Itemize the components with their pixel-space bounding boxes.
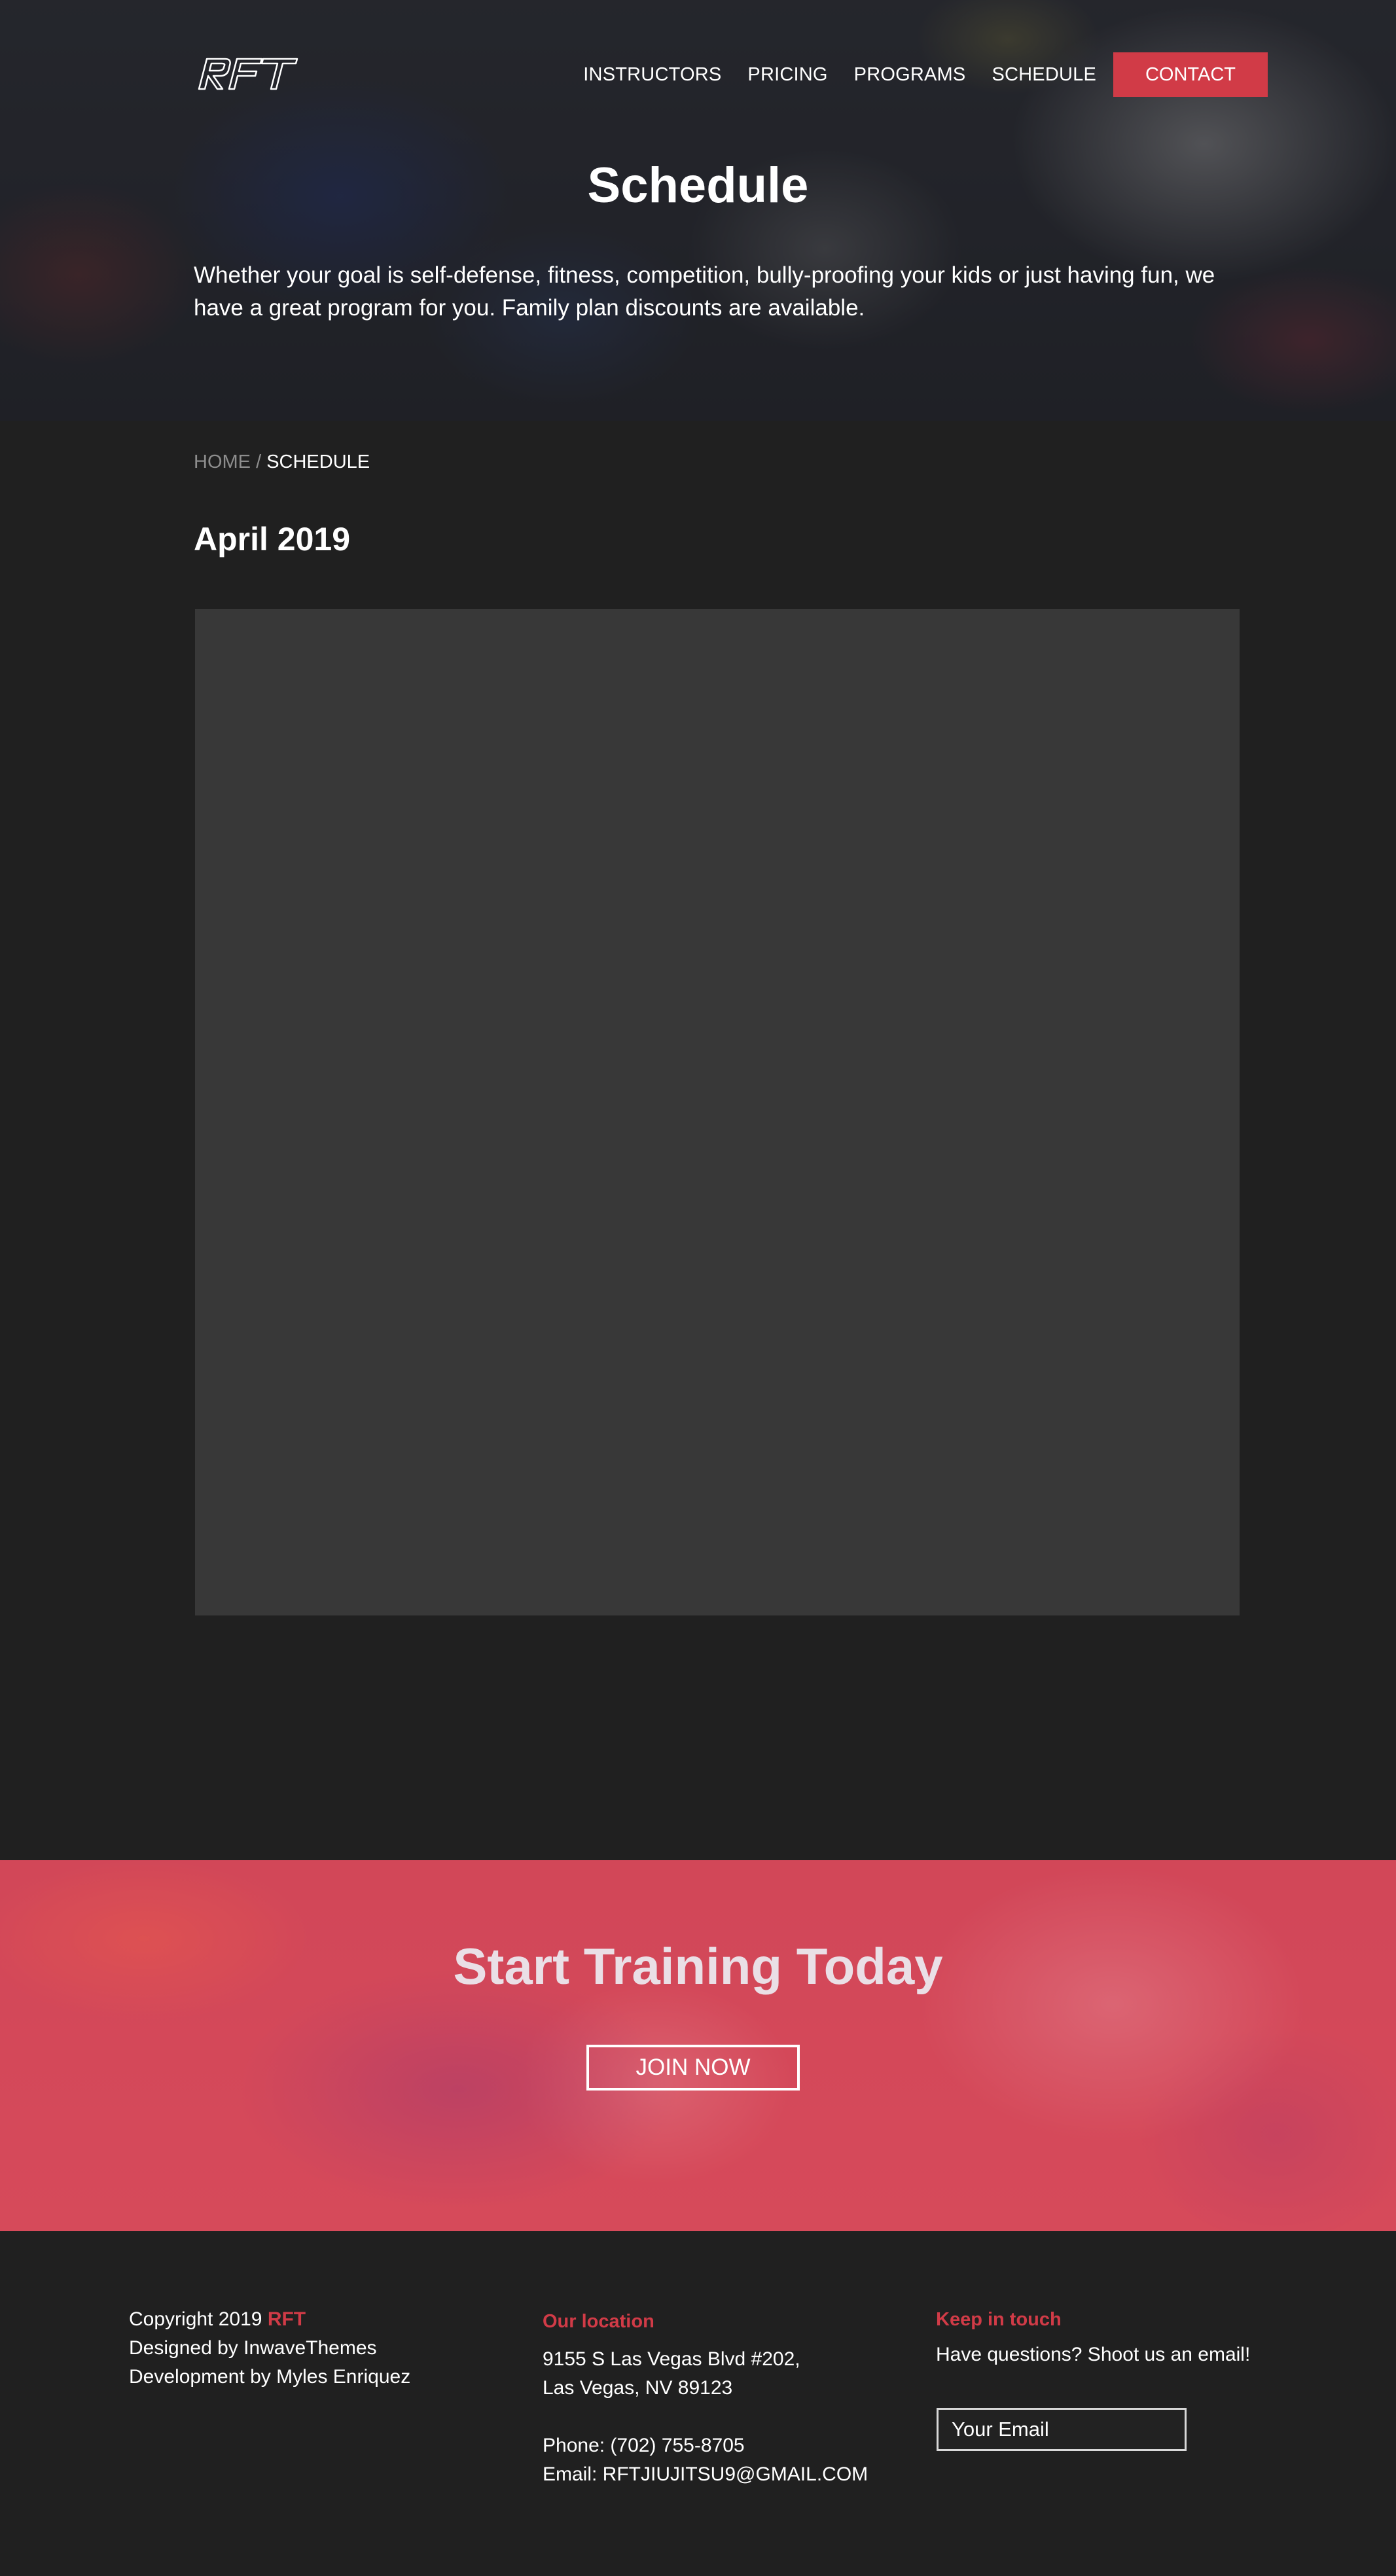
location-heading: Our location <box>543 2311 654 2332</box>
breadcrumb-separator: / <box>256 451 262 472</box>
keep-in-touch-heading: Keep in touch <box>936 2309 1062 2330</box>
copyright-brand-link[interactable]: RFT <box>268 2308 306 2330</box>
address-line-1: 9155 S Las Vegas Blvd #202, <box>543 2348 800 2370</box>
schedule-calendar-frame[interactable] <box>195 609 1240 1615</box>
designed-by-text: Designed by InwaveThemes <box>129 2337 377 2359</box>
breadcrumb-current: SCHEDULE <box>266 451 370 472</box>
copyright-text: Copyright 2019 <box>129 2308 262 2330</box>
footer-credits: Copyright 2019 RFT Designed by InwaveThe… <box>129 2305 410 2391</box>
email-text: Email: RFTJIUJITSU9@GMAIL.COM <box>543 2463 868 2485</box>
breadcrumb: HOME / SCHEDULE <box>194 451 370 473</box>
breadcrumb-home-link[interactable]: HOME <box>194 451 251 472</box>
hero-description: Whether your goal is self-defense, fitne… <box>194 262 1215 321</box>
footer-contact: Keep in touch Have questions? Shoot us a… <box>936 2305 1250 2369</box>
main-nav: INSTRUCTORS PRICING PROGRAMS SCHEDULE CO… <box>557 52 1268 97</box>
contact-button[interactable]: CONTACT <box>1113 52 1268 97</box>
contact-prompt: Have questions? Shoot us an email! <box>936 2344 1251 2365</box>
page-title: Schedule <box>587 158 809 213</box>
schedule-month-title: April 2019 <box>194 521 351 557</box>
rft-logo[interactable] <box>194 55 300 93</box>
nav-item-pricing[interactable]: PRICING <box>747 64 827 86</box>
join-now-button[interactable]: JOIN NOW <box>586 2045 800 2091</box>
copyright-line: Copyright 2019 RFT <box>129 2305 410 2334</box>
nav-item-programs[interactable]: PROGRAMS <box>854 64 966 86</box>
nav-item-schedule[interactable]: SCHEDULE <box>992 64 1096 86</box>
footer-location: Our location 9155 S Las Vegas Blvd #202,… <box>543 2307 868 2489</box>
nav-item-instructors[interactable]: INSTRUCTORS <box>583 64 721 86</box>
email-input[interactable] <box>937 2408 1187 2451</box>
logo-mark <box>198 58 298 90</box>
address-line-2: Las Vegas, NV 89123 <box>543 2377 733 2399</box>
development-by-text: Development by Myles Enriquez <box>129 2366 411 2388</box>
phone-text: Phone: (702) 755-8705 <box>543 2435 745 2456</box>
cta-title: Start Training Today <box>453 1937 943 1995</box>
